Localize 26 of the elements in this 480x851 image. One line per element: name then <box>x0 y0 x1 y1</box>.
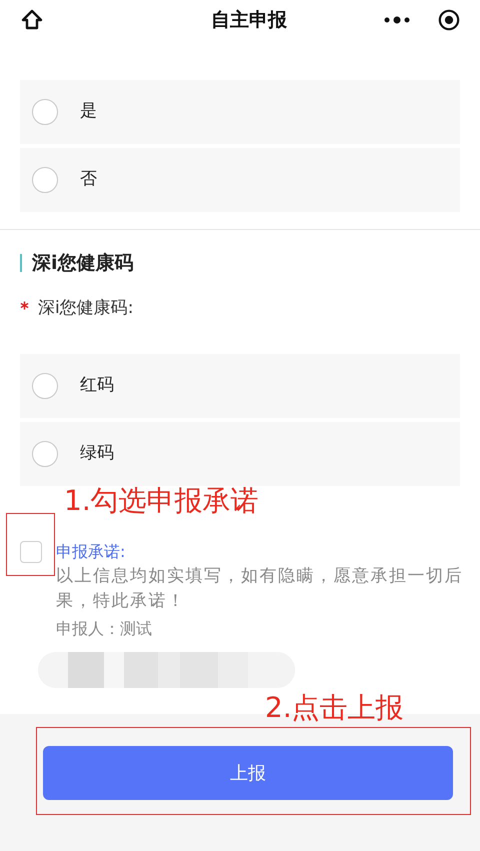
annotation-text: 2.点击上报 <box>265 690 404 726</box>
option-label: 绿码 <box>80 442 114 466</box>
radio-button[interactable] <box>32 167 58 193</box>
radio-button[interactable] <box>32 441 58 467</box>
submit-button[interactable]: 上报 <box>43 746 453 800</box>
option-row[interactable]: 绿码 <box>20 422 460 486</box>
option-label: 否 <box>80 168 97 192</box>
pledge-text: 以上信息均如实填写，如有隐瞒，愿意承担一切后果，特此承诺！ <box>56 565 464 613</box>
option-row[interactable]: 红码 <box>20 354 460 418</box>
field-label: 深i您健康码: <box>38 296 134 320</box>
option-row[interactable]: 是 <box>20 80 460 144</box>
page-title: 自主申报 <box>211 8 287 33</box>
option-label: 红码 <box>80 374 114 398</box>
checkbox[interactable] <box>20 541 42 563</box>
highlight-frame <box>6 513 55 576</box>
more-icon[interactable] <box>384 16 410 24</box>
target-icon[interactable] <box>438 9 460 31</box>
section-title: 深i您健康码 <box>32 251 134 276</box>
signer-text: 申报人：测试 <box>56 618 153 640</box>
option-label: 是 <box>80 100 97 124</box>
home-icon[interactable] <box>20 8 44 32</box>
option-row[interactable]: 否 <box>20 148 460 212</box>
pledge-title: 申报承诺: <box>56 541 126 563</box>
radio-button[interactable] <box>32 373 58 399</box>
annotation-text: 1.勾选申报承诺 <box>64 483 259 519</box>
radio-button[interactable] <box>32 99 58 125</box>
